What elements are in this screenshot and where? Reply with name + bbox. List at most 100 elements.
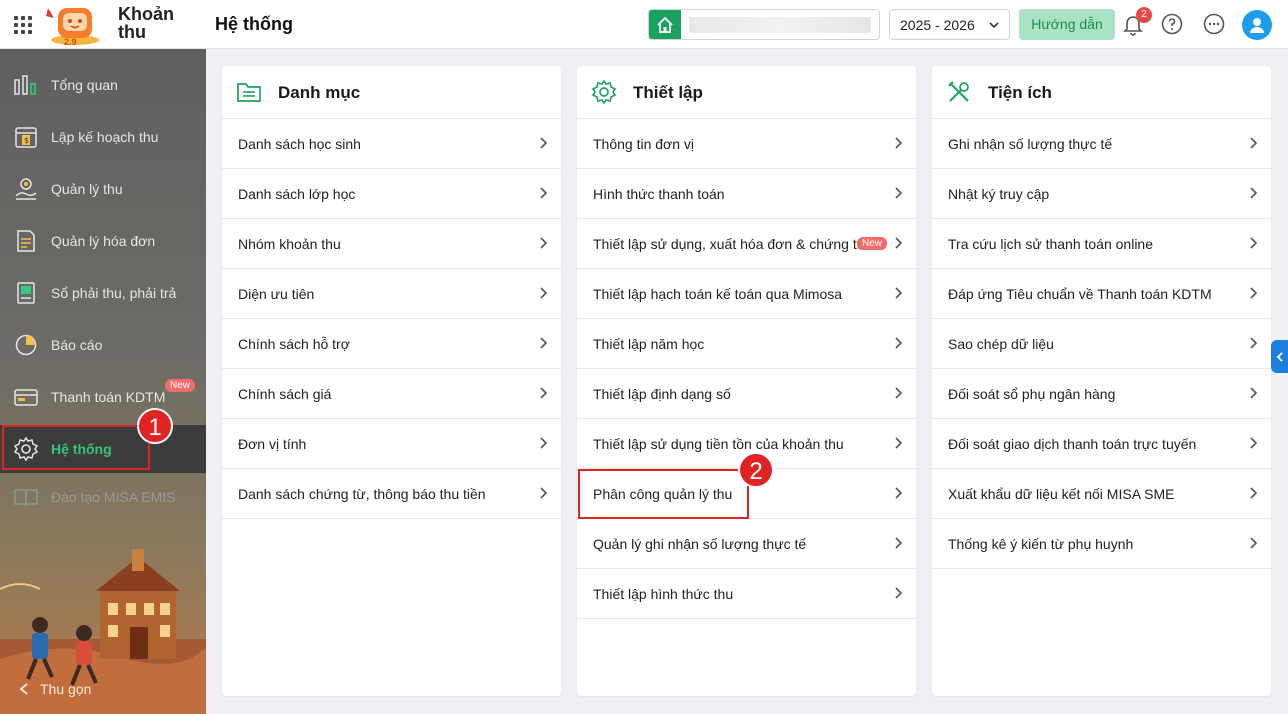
card-header: Danh mục — [222, 66, 561, 119]
card-tien-ich: Tiện ích Ghi nhận số lượng thực tế Nhật … — [932, 66, 1271, 696]
sidebar-item-label: Sổ phải thu, phải trả — [51, 285, 177, 301]
sidebar-item-invoices[interactable]: Quản lý hóa đơn — [0, 217, 206, 265]
side-panel-toggle[interactable] — [1271, 340, 1288, 373]
sidebar-item-label: Báo cáo — [51, 337, 103, 353]
card-danh-muc: Danh mục Danh sách học sinh Danh sách lớ… — [222, 66, 561, 696]
list-item[interactable]: Danh sách lớp học — [222, 169, 561, 219]
chart-bars-icon — [14, 75, 36, 95]
list-item[interactable]: Thông tin đơn vị — [577, 119, 916, 169]
more-options-icon[interactable] — [1202, 12, 1226, 36]
list-item-label: Đáp ứng Tiêu chuẩn về Thanh toán KDTM — [948, 286, 1212, 302]
chevron-right-icon — [895, 337, 903, 349]
list-item[interactable]: Xuất khẩu dữ liệu kết nối MISA SME — [932, 469, 1271, 519]
settings-gear-icon — [591, 79, 617, 105]
school-name-redacted — [689, 17, 871, 33]
collapse-label: Thu gọn — [40, 681, 92, 697]
list-item-label: Ghi nhận số lượng thực tế — [948, 136, 1113, 152]
sidebar-item-overview[interactable]: Tổng quan — [0, 61, 206, 109]
list-item[interactable]: Thiết lập sử dụng, xuất hóa đơn & chứng … — [577, 219, 916, 269]
card-title: Danh mục — [278, 83, 361, 102]
list-item[interactable]: Danh sách học sinh — [222, 119, 561, 169]
list-item[interactable]: Quản lý ghi nhận số lượng thực tế — [577, 519, 916, 569]
folder-icon — [237, 83, 261, 102]
list-item-label: Thiết lập sử dụng, xuất hóa đơn & chứng … — [593, 236, 867, 252]
list-item[interactable]: Danh sách chứng từ, thông báo thu tiền — [222, 469, 561, 519]
list-item[interactable]: Nhật ký truy cập — [932, 169, 1271, 219]
chevron-down-icon — [989, 22, 999, 29]
chevron-right-icon — [540, 337, 548, 349]
school-selector[interactable] — [648, 9, 880, 40]
sidebar-item-ledger[interactable]: Sổ phải thu, phải trả — [0, 269, 206, 317]
list-item-label: Xuất khẩu dữ liệu kết nối MISA SME — [948, 486, 1175, 502]
card-list: Thông tin đơn vị Hình thức thanh toán Th… — [577, 119, 916, 619]
card-title: Thiết lập — [633, 83, 703, 102]
list-item[interactable]: Chính sách giá — [222, 369, 561, 419]
guide-button[interactable]: Hướng dẫn — [1019, 9, 1115, 40]
list-item[interactable]: Thiết lập hạch toán kế toán qua Mimosa — [577, 269, 916, 319]
list-item-label: Diện ưu tiên — [238, 286, 315, 302]
card-header: Thiết lập — [577, 66, 916, 119]
school-year-select[interactable]: 2025 - 2026 — [889, 9, 1010, 40]
chevron-right-icon — [1250, 437, 1258, 449]
list-item-label: Quản lý ghi nhận số lượng thực tế — [593, 536, 807, 552]
list-item[interactable]: Đối soát giao dịch thanh toán trực tuyến — [932, 419, 1271, 469]
calendar-dollar-icon: $ — [15, 127, 37, 148]
card-header: Tiện ích — [932, 66, 1271, 119]
page-title: Hệ thống — [215, 14, 293, 34]
highlight-box — [2, 425, 150, 470]
sidebar-item-plan[interactable]: $ Lập kế hoạch thu — [0, 113, 206, 161]
list-item[interactable]: Ghi nhận số lượng thực tế — [932, 119, 1271, 169]
list-item[interactable]: Sao chép dữ liệu — [932, 319, 1271, 369]
pie-chart-icon — [15, 334, 37, 356]
chevron-left-icon — [1276, 351, 1283, 362]
list-item-label: Thiết lập hạch toán kế toán qua Mimosa — [593, 286, 843, 302]
ledger-icon — [17, 282, 35, 304]
chevron-right-icon — [895, 187, 903, 199]
card-thiet-lap: Thiết lập Thông tin đơn vị Hình thức tha… — [577, 66, 916, 696]
card-icon — [14, 389, 38, 406]
list-item[interactable]: Nhóm khoản thu — [222, 219, 561, 269]
list-item[interactable]: Chính sách hỗ trợ — [222, 319, 561, 369]
help-icon[interactable] — [1160, 12, 1184, 36]
list-item[interactable]: Thống kê ý kiến từ phụ huynh — [932, 519, 1271, 569]
chevron-right-icon — [540, 437, 548, 449]
list-item[interactable]: Đáp ứng Tiêu chuẩn về Thanh toán KDTM — [932, 269, 1271, 319]
list-item-label: Thiết lập sử dụng tiền tồn của khoản thu — [593, 436, 844, 452]
sidebar-item-label: Quản lý thu — [51, 181, 123, 197]
chevron-right-icon — [1250, 287, 1258, 299]
sidebar-item-training[interactable]: Đào tạo MISA EMIS — [0, 473, 206, 521]
invoice-icon — [17, 230, 35, 252]
chevron-right-icon — [540, 137, 548, 149]
list-item[interactable]: Đối soát sổ phụ ngân hàng — [932, 369, 1271, 419]
svg-text:2.9: 2.9 — [64, 37, 77, 46]
chevron-right-icon — [540, 237, 548, 249]
sidebar-item-label: Lập kế hoạch thu — [51, 129, 159, 145]
sidebar-item-reports[interactable]: Báo cáo — [0, 321, 206, 369]
coin-hand-icon — [15, 178, 37, 200]
chevron-right-icon — [540, 287, 548, 299]
list-item[interactable]: Hình thức thanh toán — [577, 169, 916, 219]
list-item[interactable]: Diện ưu tiên — [222, 269, 561, 319]
list-item-label: Danh sách học sinh — [238, 136, 361, 152]
svg-text:$: $ — [24, 136, 29, 145]
list-item[interactable]: Thiết lập hình thức thu — [577, 569, 916, 619]
list-item-label: Chính sách hỗ trợ — [238, 336, 350, 352]
list-item-label: Chính sách giá — [238, 386, 332, 402]
list-item[interactable]: Đơn vị tính — [222, 419, 561, 469]
list-item[interactable]: Tra cứu lịch sử thanh toán online — [932, 219, 1271, 269]
list-item[interactable]: Thiết lập năm học — [577, 319, 916, 369]
tools-icon — [948, 81, 969, 102]
list-item[interactable]: Thiết lập định dạng số — [577, 369, 916, 419]
app-launcher-icon[interactable] — [14, 16, 32, 34]
chevron-right-icon — [895, 237, 903, 249]
list-item-label: Thiết lập định dạng số — [593, 386, 731, 402]
user-avatar[interactable] — [1242, 10, 1272, 40]
chevron-right-icon — [895, 287, 903, 299]
list-item-label: Danh sách chứng từ, thông báo thu tiền — [238, 486, 486, 502]
sidebar-item-collection[interactable]: Quản lý thu — [0, 165, 206, 213]
new-badge: New — [857, 237, 888, 250]
sidebar-item-label: Thanh toán KDTM — [51, 389, 166, 405]
collapse-sidebar-button[interactable]: Thu gọn — [18, 681, 91, 697]
sidebar-item-label: Tổng quan — [51, 77, 118, 93]
sidebar-item-cashless-payment[interactable]: Thanh toán KDTM New — [0, 373, 206, 421]
